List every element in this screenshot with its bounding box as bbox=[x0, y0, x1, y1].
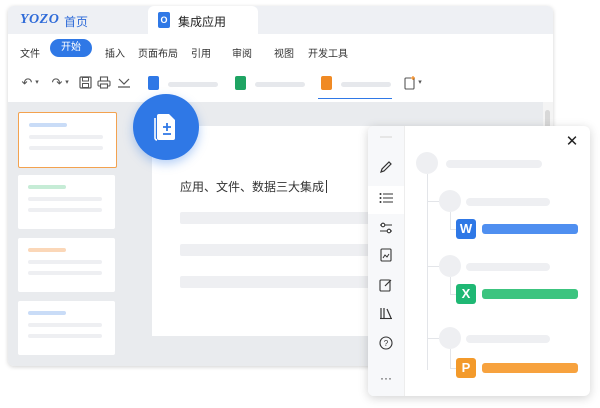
thumbnail-line bbox=[28, 271, 102, 275]
thumbnail-heading bbox=[28, 311, 66, 315]
tree-trunk bbox=[427, 174, 428, 370]
tree-node-label bbox=[466, 263, 550, 271]
help-icon[interactable]: ? bbox=[376, 336, 396, 356]
document-tab-label: 集成应用 bbox=[178, 15, 227, 29]
doc-file-icon[interactable] bbox=[148, 76, 159, 90]
document-add-badge bbox=[133, 94, 199, 160]
thumbnail-line bbox=[28, 260, 102, 264]
document-text[interactable]: 应用、文件、数据三大集成 bbox=[180, 178, 328, 195]
thumbnail-line bbox=[28, 197, 102, 201]
app-logo: YOZO bbox=[20, 12, 60, 27]
format-icon[interactable] bbox=[117, 76, 131, 90]
redo-dropdown-icon[interactable]: ▾ bbox=[64, 76, 70, 90]
tree-connector bbox=[450, 212, 451, 229]
ppt-file-icon[interactable] bbox=[321, 76, 332, 90]
menu-home[interactable]: 开始 bbox=[50, 39, 92, 57]
image-doc-icon[interactable] bbox=[376, 248, 396, 268]
print-icon[interactable] bbox=[97, 76, 111, 90]
thumbnail-line bbox=[29, 146, 103, 150]
sliders-icon[interactable] bbox=[376, 220, 396, 240]
new-file-dropdown-icon[interactable]: ▾ bbox=[417, 76, 423, 90]
page-thumbnail[interactable] bbox=[18, 112, 117, 168]
page-thumbnail[interactable] bbox=[18, 238, 115, 292]
document-add-icon bbox=[154, 114, 175, 141]
thumbnail-line bbox=[28, 323, 102, 327]
close-icon[interactable]: ✕ bbox=[564, 134, 580, 150]
menu-developer[interactable]: 开发工具 bbox=[308, 45, 348, 60]
document-text-content: 应用、文件、数据三大集成 bbox=[180, 180, 325, 194]
sheet-file-name-placeholder bbox=[255, 82, 305, 87]
rail-grip bbox=[380, 136, 392, 138]
pen-icon[interactable] bbox=[376, 160, 396, 180]
integration-panel: ? ··· ✕ W X P bbox=[368, 126, 590, 396]
page-thumbnail[interactable] bbox=[18, 301, 115, 355]
ppt-file-name-placeholder bbox=[341, 82, 391, 87]
thumbnail-line bbox=[28, 208, 102, 212]
title-bar: YOZO 首页 O 集成应用 bbox=[8, 6, 553, 34]
tree-node-label bbox=[466, 335, 550, 343]
menu-view[interactable]: 视图 bbox=[274, 45, 294, 60]
writer-app-icon[interactable]: W bbox=[456, 219, 476, 239]
tree-node-label bbox=[466, 198, 550, 206]
document-tab[interactable]: O 集成应用 bbox=[148, 6, 258, 34]
undo-icon[interactable]: ↶ bbox=[20, 76, 34, 90]
more-icon[interactable]: ··· bbox=[376, 368, 396, 388]
thumbnail-heading bbox=[28, 248, 66, 252]
menu-insert[interactable]: 插入 bbox=[105, 45, 125, 60]
tree-connector bbox=[450, 277, 451, 294]
presentation-app-icon[interactable]: P bbox=[456, 358, 476, 378]
tree-root-label bbox=[446, 160, 542, 168]
svg-text:?: ? bbox=[384, 339, 389, 348]
menu-page-layout[interactable]: 页面布局 bbox=[138, 45, 178, 60]
sheet-file-icon[interactable] bbox=[235, 76, 246, 90]
edit-icon[interactable] bbox=[376, 278, 396, 298]
spreadsheet-app-icon[interactable]: X bbox=[456, 284, 476, 304]
tree-branch bbox=[427, 266, 439, 267]
thumbnail-line bbox=[28, 334, 102, 338]
thumbnail-line bbox=[29, 135, 103, 139]
home-tab[interactable]: 首页 bbox=[64, 13, 88, 30]
menu-review[interactable]: 审阅 bbox=[232, 45, 252, 60]
tree-connector bbox=[450, 349, 451, 368]
active-file-underline bbox=[318, 98, 392, 99]
thumbnail-heading bbox=[28, 185, 66, 189]
presentation-app-bar[interactable] bbox=[482, 363, 578, 373]
new-file-icon[interactable] bbox=[403, 76, 417, 90]
save-icon[interactable] bbox=[78, 76, 92, 90]
tree-root-node bbox=[416, 152, 438, 174]
undo-dropdown-icon[interactable]: ▾ bbox=[34, 76, 40, 90]
document-icon: O bbox=[158, 12, 170, 28]
spreadsheet-app-bar[interactable] bbox=[482, 289, 578, 299]
menu-references[interactable]: 引用 bbox=[191, 45, 211, 60]
writer-app-bar[interactable] bbox=[482, 224, 578, 234]
library-icon[interactable] bbox=[376, 306, 396, 326]
page-thumbnail[interactable] bbox=[18, 175, 115, 229]
doc-file-name-placeholder bbox=[168, 82, 218, 87]
tree-branch bbox=[427, 201, 439, 202]
menu-file[interactable]: 文件 bbox=[20, 45, 40, 60]
list-icon[interactable] bbox=[376, 190, 396, 210]
text-caret bbox=[326, 180, 328, 193]
menu-bar: 文件 开始 插入 页面布局 引用 审阅 视图 开发工具 bbox=[8, 34, 553, 66]
tree-node bbox=[439, 255, 461, 277]
thumbnail-heading bbox=[29, 123, 67, 127]
thumbnail-pane bbox=[8, 102, 130, 366]
tree-node bbox=[439, 190, 461, 212]
tree-node bbox=[439, 327, 461, 349]
tree-branch bbox=[427, 338, 439, 339]
panel-rail: ? ··· bbox=[368, 126, 405, 396]
toolbar: ↶ ▾ ↷ ▾ ▾ bbox=[8, 66, 553, 103]
redo-icon[interactable]: ↷ bbox=[50, 76, 64, 90]
